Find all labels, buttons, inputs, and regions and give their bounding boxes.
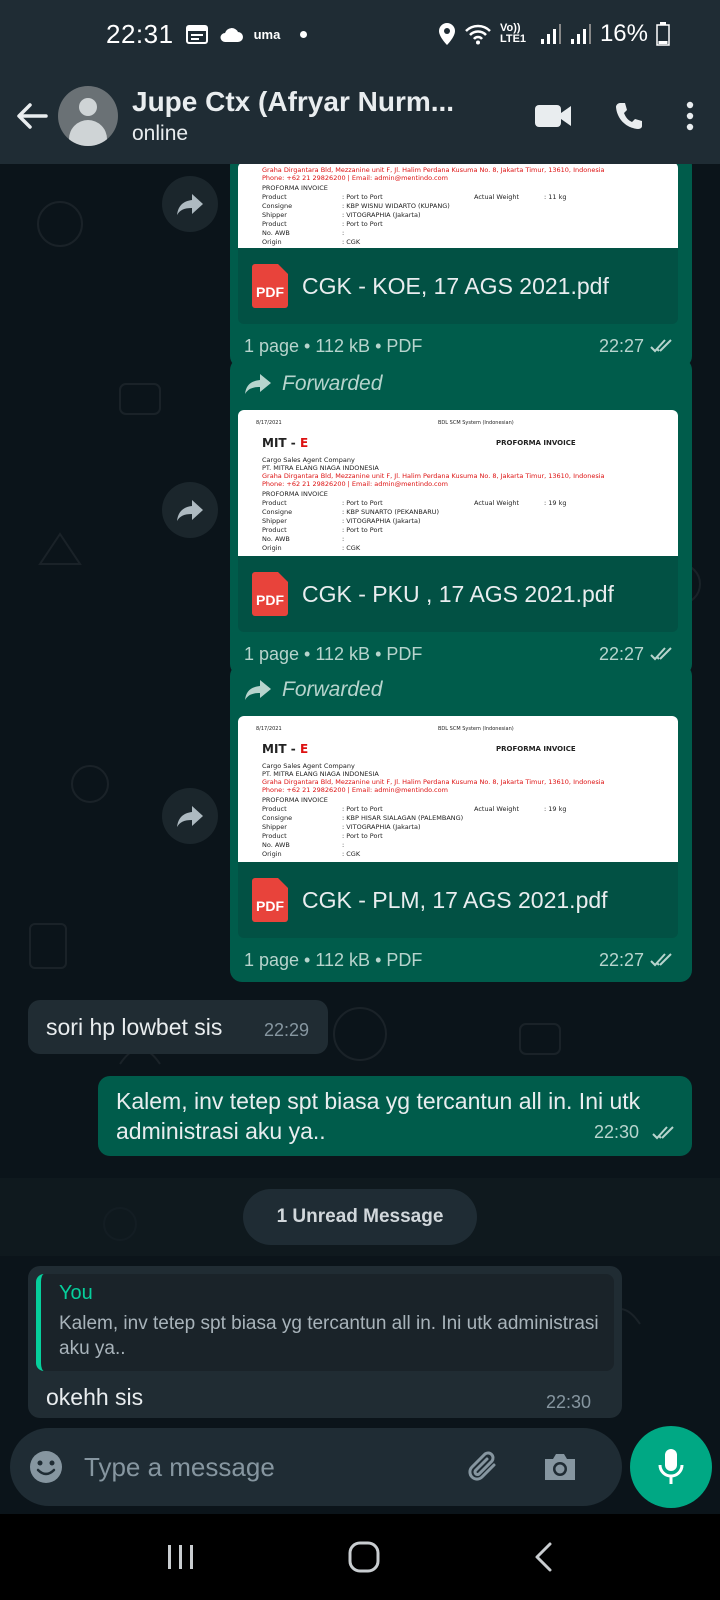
document-preview: 8/17/2021 BDL SCM System (Indonesian) MI… [238,716,678,862]
wifi-icon [465,24,491,45]
voice-call-icon[interactable] [614,101,644,131]
more-options-icon[interactable] [686,101,694,131]
document-logo: MIT - E [262,742,309,756]
contact-status: online [132,122,189,145]
share-icon [177,806,203,827]
document-logo: MIT - E [262,436,309,450]
signal-icon-2 [570,24,591,44]
message-time: 22:27 [598,335,644,356]
status-bar: 22:31 uma Vo)) LTE1 16% [0,0,720,68]
quote-author: You [59,1282,93,1304]
document-preview: Graha Dirgantara Bld, Mezzanine unit F, … [238,164,678,248]
back-button[interactable] [8,102,56,130]
signal-icon-1 [540,24,561,44]
composer-bar [0,1418,720,1514]
unread-count-pill: 1 Unread Message [243,1189,477,1245]
read-receipt-icon [650,647,672,661]
battery-icon [656,22,670,46]
document-meta: 1 page • 112 kB • PDF 22:27 [238,938,684,982]
read-receipt-icon [650,953,672,967]
read-receipt-icon [650,339,672,353]
network-label: Vo)) LTE1 [499,22,527,45]
location-icon [438,23,455,45]
back-nav-icon[interactable] [532,1541,554,1573]
forward-button[interactable] [162,788,218,844]
camera-icon[interactable] [542,1451,578,1483]
pdf-file-icon: PDF [252,572,288,616]
document-filename: CGK - PLM, 17 AGS 2021.pdf [302,886,608,913]
forwarded-icon [245,680,271,700]
share-icon [177,500,203,521]
microphone-icon [658,1449,684,1484]
message-text: sori hp lowbet sis [46,1014,223,1040]
battery-percent: 16% [599,20,648,47]
document-preview: 8/17/2021 BDL SCM System (Indonesian) MI… [238,410,678,556]
forward-button[interactable] [162,176,218,232]
attachment-icon[interactable] [466,1449,502,1485]
document-file-row[interactable]: PDF CGK - PKU , 17 AGS 2021.pdf [238,556,678,632]
document-filename: CGK - PKU , 17 AGS 2021.pdf [302,580,614,607]
emoji-icon[interactable] [28,1449,64,1485]
message-time: 22:30 [594,1122,640,1142]
document-info: 1 page • 112 kB • PDF [244,643,423,664]
forwarded-icon [245,374,271,394]
dot-icon [300,30,308,38]
read-receipt-icon [652,1126,674,1140]
message-text: okehh sis [46,1384,144,1410]
document-info: 1 page • 112 kB • PDF [244,949,423,970]
arrow-left-icon [17,103,48,129]
share-icon [177,194,203,215]
message-input[interactable] [84,1451,454,1483]
avatar[interactable] [58,86,118,146]
document-info: 1 page • 112 kB • PDF [244,335,423,356]
document-file-row[interactable]: PDF CGK - PLM, 17 AGS 2021.pdf [238,862,678,938]
document-filename: CGK - KOE, 17 AGS 2021.pdf [302,272,609,299]
pdf-file-icon: PDF [252,264,288,308]
message-time: 22:30 [546,1392,592,1412]
forward-button[interactable] [162,482,218,538]
contact-name: Jupe Ctx (Afryar Nurm... [132,86,455,117]
outgoing-message[interactable]: Kalem, inv tetep spt biasa yg tercantun … [98,1076,692,1156]
message-time: 22:27 [598,949,644,970]
quote-text: Kalem, inv tetep spt biasa yg tercantun … [59,1313,599,1359]
voice-message-button[interactable] [630,1426,712,1508]
document-message[interactable]: Forwarded 8/17/2021 BDL SCM System (Indo… [230,358,692,676]
message-time: 22:29 [264,1020,310,1040]
contact-info[interactable]: Jupe Ctx (Afryar Nurm... online [132,86,482,146]
status-time: 22:31 [106,18,174,49]
incoming-reply-message[interactable]: You Kalem, inv tetep spt biasa yg tercan… [28,1266,622,1418]
carrier-tag: uma [253,26,281,42]
message-composer [10,1428,622,1506]
pdf-file-icon: PDF [252,878,288,922]
quoted-message[interactable]: You Kalem, inv tetep spt biasa yg tercan… [36,1274,614,1371]
chat-area[interactable]: Graha Dirgantara Bld, Mezzanine unit F, … [0,164,720,1418]
message-time: 22:27 [598,643,644,664]
recent-apps-icon[interactable] [166,1543,196,1571]
calendar-icon [185,25,208,44]
system-navigation-bar [0,1514,720,1600]
chat-header: Jupe Ctx (Afryar Nurm... online [0,68,720,164]
document-message[interactable]: Forwarded 8/17/2021 BDL SCM System (Indo… [230,664,692,982]
document-message[interactable]: Graha Dirgantara Bld, Mezzanine unit F, … [230,164,692,368]
document-file-row[interactable]: PDF CGK - KOE, 17 AGS 2021.pdf [238,248,678,324]
incoming-message[interactable]: sori hp lowbet sis 22:29 [28,1000,328,1054]
message-text: Kalem, inv tetep spt biasa yg tercantun … [116,1088,641,1144]
forwarded-label: Forwarded [238,366,684,402]
home-icon[interactable] [347,1540,381,1574]
video-call-icon[interactable] [534,103,572,129]
unread-divider: 1 Unread Message [0,1178,720,1256]
forwarded-label: Forwarded [238,672,684,708]
cloud-icon [220,28,243,42]
